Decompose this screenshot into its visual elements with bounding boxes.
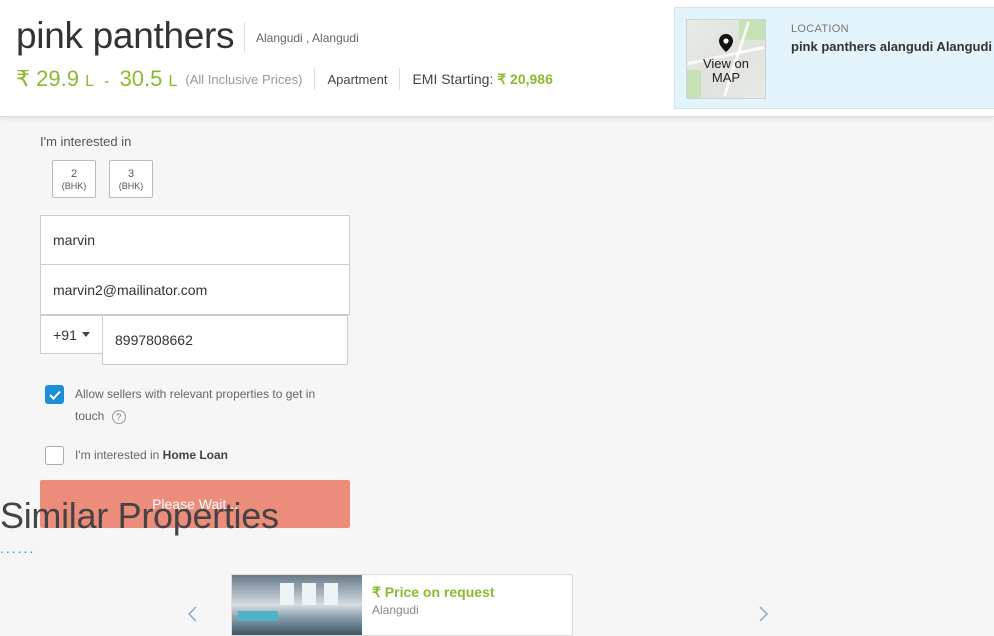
price-range: ₹ 29.9 L - 30.5 L bbox=[16, 66, 177, 92]
emi-info: EMI Starting: ₹ 20,986 bbox=[412, 71, 552, 88]
map-label-line1: View on bbox=[702, 56, 749, 71]
bhk-unit: (BHK) bbox=[61, 181, 87, 191]
home-loan-label: I'm interested in Home Loan bbox=[75, 444, 228, 466]
checkmark-icon bbox=[49, 390, 61, 400]
home-loan-prefix: I'm interested in bbox=[75, 448, 160, 462]
home-loan-checkbox[interactable] bbox=[45, 446, 64, 465]
property-title: pink panthers bbox=[16, 15, 235, 56]
location-panel: View on MAP LOCATION pink panthers alang… bbox=[674, 7, 994, 109]
country-code-select[interactable]: +91 bbox=[40, 315, 103, 354]
property-type: Apartment bbox=[327, 71, 388, 87]
price-separator: - bbox=[104, 73, 110, 90]
price-min: 29.9 bbox=[36, 66, 79, 91]
title-divider bbox=[244, 22, 245, 52]
name-field[interactable]: marvin bbox=[40, 215, 350, 265]
bhk-number: 3 bbox=[127, 168, 135, 180]
title-underline-dots: ...... bbox=[0, 540, 36, 556]
price-note: (All Inclusive Prices) bbox=[185, 71, 303, 87]
allow-sellers-checkbox[interactable] bbox=[45, 385, 64, 404]
map-pin-icon bbox=[719, 34, 733, 52]
similar-properties-title: Similar Properties bbox=[0, 495, 279, 536]
location-heading: LOCATION bbox=[791, 23, 849, 35]
bhk-number: 2 bbox=[70, 168, 78, 180]
country-code-value: +91 bbox=[53, 326, 77, 343]
bhk-option-2[interactable]: 2 (BHK) bbox=[52, 160, 96, 198]
thumb-window bbox=[324, 583, 338, 605]
thumb-window bbox=[280, 583, 294, 605]
allow-sellers-label: Allow sellers with relevant properties t… bbox=[75, 383, 345, 427]
home-loan-bold: Home Loan bbox=[162, 448, 229, 462]
card-location: Alangudi bbox=[372, 603, 419, 617]
similar-property-card[interactable]: ₹ Price on request Alangudi bbox=[231, 574, 573, 636]
currency-symbol: ₹ bbox=[16, 66, 30, 91]
allow-sellers-text: Allow sellers with relevant properties t… bbox=[75, 387, 316, 401]
emi-label: EMI Starting: bbox=[412, 70, 494, 87]
caret-down-icon bbox=[81, 332, 90, 337]
help-icon[interactable]: ? bbox=[111, 409, 126, 424]
thumb-window bbox=[302, 583, 316, 605]
bhk-option-3[interactable]: 3 (BHK) bbox=[109, 160, 153, 198]
chevron-right-icon[interactable] bbox=[758, 606, 770, 622]
map-label-line2: MAP bbox=[711, 70, 741, 85]
chevron-left-icon[interactable] bbox=[186, 606, 198, 622]
interest-label: I'm interested in bbox=[40, 134, 132, 149]
price-max: 30.5 bbox=[119, 66, 163, 91]
property-header: pink panthers Alangudi , Alangudi ₹ 29.9… bbox=[0, 0, 994, 117]
card-price: ₹ Price on request bbox=[372, 584, 495, 600]
location-address: pink panthers alangudi Alangudi bbox=[791, 39, 993, 54]
price-min-unit: L bbox=[85, 73, 94, 90]
emi-value: ₹ 20,986 bbox=[497, 70, 553, 87]
divider bbox=[314, 68, 316, 90]
property-thumbnail bbox=[232, 575, 362, 635]
bhk-unit: (BHK) bbox=[118, 181, 144, 191]
property-location: Alangudi , Alangudi bbox=[256, 31, 359, 45]
phone-field[interactable]: 8997808662 bbox=[102, 315, 348, 365]
view-on-map-button[interactable]: View on MAP bbox=[686, 19, 766, 99]
allow-sellers-text-2: touch bbox=[75, 409, 105, 423]
thumb-bed bbox=[238, 611, 278, 621]
price-row: ₹ 29.9 L - 30.5 L (All Inclusive Prices)… bbox=[16, 64, 553, 94]
email-field[interactable]: marvin2@mailinator.com bbox=[40, 264, 350, 315]
divider bbox=[399, 68, 401, 90]
map-label: View on MAP bbox=[687, 57, 765, 85]
price-max-unit: L bbox=[168, 73, 178, 90]
